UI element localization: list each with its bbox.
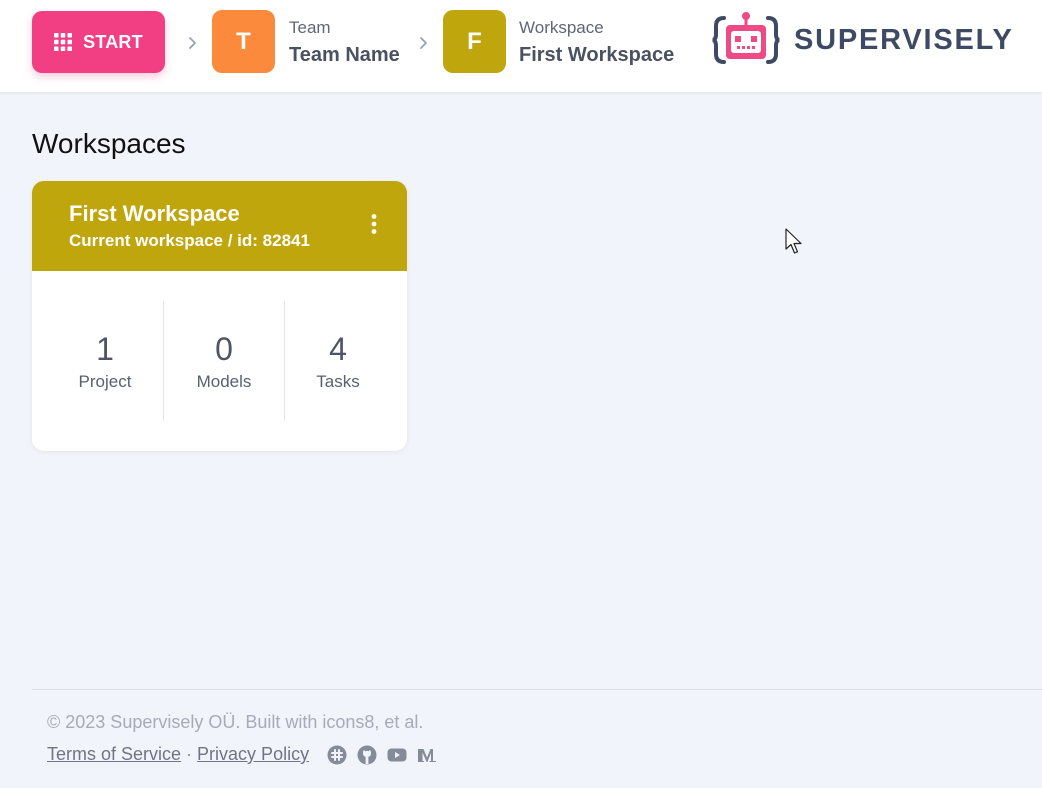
workspace-card-subtitle: Current workspace / id: 82841: [69, 231, 310, 250]
social-links: [327, 745, 447, 765]
youtube-icon[interactable]: [387, 745, 407, 765]
stat-models[interactable]: 0 Models: [164, 271, 284, 451]
team-label: Team: [289, 18, 331, 37]
footer-divider: [32, 689, 1042, 690]
slack-icon[interactable]: [327, 745, 347, 765]
team-name: Team Name: [289, 44, 400, 66]
terms-of-service-link[interactable]: Terms of Service: [47, 744, 181, 765]
footer-links: Terms of Service · Privacy Policy: [47, 744, 447, 765]
stat-label: Project: [78, 372, 132, 391]
copyright-text: © 2023 Supervisely OÜ. Built with icons8…: [47, 712, 424, 732]
workspace-name: First Workspace: [519, 44, 675, 66]
workspace-label: Workspace: [519, 18, 604, 37]
breadcrumb-workspace[interactable]: Workspace First Workspace: [519, 18, 674, 70]
top-header: START T Team Team Name F Workspace First…: [0, 0, 1042, 92]
link-separator: ·: [186, 744, 193, 764]
start-label: START: [83, 31, 143, 52]
privacy-policy-link[interactable]: Privacy Policy: [197, 744, 309, 765]
stat-value: 4: [329, 331, 347, 367]
stat-value: 1: [96, 331, 114, 367]
github-icon[interactable]: [357, 745, 377, 765]
workspace-avatar[interactable]: F: [443, 10, 506, 73]
medium-icon[interactable]: [417, 745, 437, 765]
chevron-right-icon: [189, 37, 196, 49]
logo-text: SUPERVISELY: [794, 23, 1014, 56]
mouse-cursor-icon: [785, 228, 802, 254]
supervisely-logo[interactable]: SUPERVISELY: [712, 10, 1014, 70]
stat-tasks[interactable]: 4 Tasks: [285, 271, 391, 451]
workspace-card[interactable]: First Workspace Current workspace / id: …: [32, 181, 407, 451]
stat-value: 0: [215, 331, 233, 367]
workspace-stats: 1 Project 0 Models 4 Tasks: [32, 271, 407, 451]
stat-label: Tasks: [316, 372, 360, 391]
stat-label: Models: [196, 372, 252, 391]
page-title: Workspaces: [32, 128, 186, 159]
stat-projects[interactable]: 1 Project: [32, 271, 178, 451]
workspace-card-header[interactable]: First Workspace Current workspace / id: …: [32, 181, 407, 271]
grid-icon: [54, 33, 73, 51]
start-button[interactable]: START: [32, 11, 165, 73]
breadcrumb-team[interactable]: Team Team Name: [289, 18, 400, 70]
workspace-card-title: First Workspace: [69, 201, 240, 226]
workspace-initial: F: [467, 27, 482, 55]
team-avatar[interactable]: T: [212, 10, 275, 73]
chevron-right-icon: [420, 37, 427, 49]
team-initial: T: [236, 27, 251, 55]
robot-logo-icon: [712, 12, 780, 64]
more-options-icon[interactable]: [367, 213, 381, 235]
